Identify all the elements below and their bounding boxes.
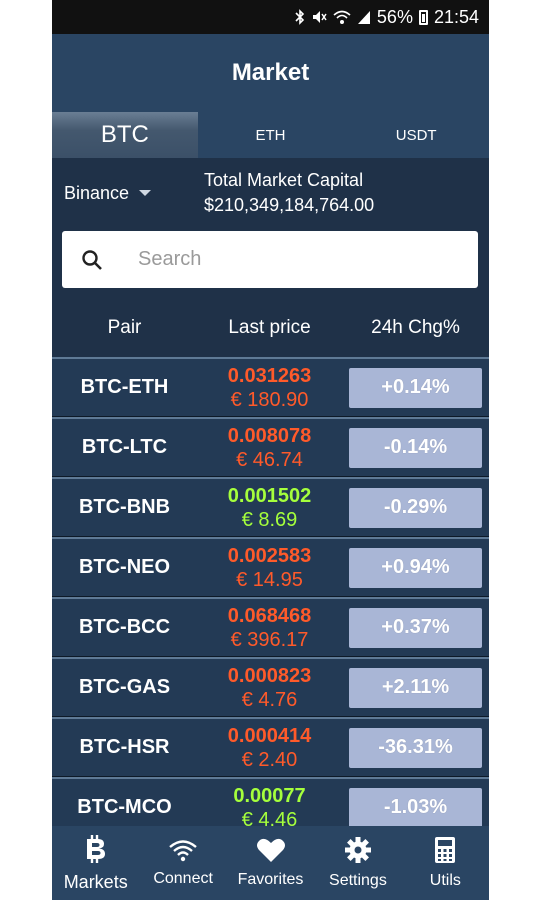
column-change[interactable]: 24h Chg%: [342, 317, 489, 339]
wifi-icon: [168, 838, 198, 862]
table-row[interactable]: BTC-GAS 0.000823 € 4.76 +2.11%: [52, 657, 489, 717]
table-row[interactable]: BTC-ETH 0.031263 € 180.90 +0.14%: [52, 357, 489, 417]
pair-name: BTC-NEO: [78, 556, 171, 578]
clock: 21:54: [433, 6, 479, 27]
app-header: Market: [52, 34, 489, 112]
page-title: Market: [231, 59, 310, 86]
pair-name: BTC-BCC: [78, 616, 171, 638]
bitcoin-icon: [84, 834, 108, 864]
price-eur: € 396.17: [230, 628, 309, 651]
table-row[interactable]: BTC-LTC 0.008078 € 46.74 -0.14%: [52, 417, 489, 477]
calculator-icon: [434, 836, 456, 864]
search-bar[interactable]: [62, 231, 478, 288]
column-pair[interactable]: Pair: [52, 317, 197, 339]
price-btc: 0.068468: [227, 604, 312, 627]
last-price: 0.002583 € 14.95: [197, 544, 342, 592]
gear-icon: [344, 836, 372, 864]
price-btc: 0.00077: [233, 784, 306, 807]
nav-label: Favorites: [237, 871, 304, 888]
nav-label: Settings: [329, 872, 387, 889]
price-eur: € 180.90: [230, 388, 309, 411]
bottom-navigation: Markets Connect Favorites Settings Utils: [52, 826, 489, 900]
change-badge: -36.31%: [349, 727, 482, 768]
exchange-row: Binance Total Market Capital $210,349,18…: [52, 158, 489, 228]
search-icon: [62, 249, 122, 271]
table-row[interactable]: BTC-BCC 0.068468 € 396.17 +0.37%: [52, 597, 489, 657]
change-badge: +0.37%: [349, 607, 482, 648]
phone-screen: 56% 21:54 Market BTC ETH USDT Binance To…: [52, 0, 489, 900]
price-btc: 0.008078: [227, 424, 312, 447]
nav-label: Markets: [63, 871, 128, 892]
nav-connect[interactable]: Connect: [139, 826, 226, 900]
table-row[interactable]: BTC-HSR 0.000414 € 2.40 -36.31%: [52, 717, 489, 777]
nav-label: Connect: [153, 870, 213, 887]
exchange-dropdown-value: Binance: [64, 182, 130, 203]
exchange-dropdown[interactable]: Binance: [64, 183, 204, 204]
column-last-price[interactable]: Last price: [197, 317, 342, 339]
price-eur: € 2.40: [241, 748, 298, 771]
market-capital: Total Market Capital $210,349,184,764.00: [204, 168, 374, 218]
market-capital-value: $210,349,184,764.00: [204, 195, 375, 215]
battery-icon: [418, 9, 428, 25]
price-eur: € 8.69: [241, 508, 298, 531]
change-badge: -1.03%: [349, 787, 482, 828]
last-price: 0.031263 € 180.90: [197, 364, 342, 412]
base-currency-tabs: BTC ETH USDT: [52, 112, 489, 158]
wifi-signal-icon: [333, 9, 351, 25]
price-btc: 0.002583: [227, 544, 312, 567]
nav-favorites[interactable]: Favorites: [227, 826, 314, 900]
status-bar: 56% 21:54: [52, 0, 489, 34]
nav-markets[interactable]: Markets: [52, 826, 139, 900]
heart-icon: [256, 837, 286, 863]
price-eur: € 4.76: [241, 688, 298, 711]
market-capital-label: Total Market Capital: [204, 170, 364, 190]
pair-name: BTC-LTC: [81, 436, 168, 458]
search-input[interactable]: [138, 248, 438, 271]
last-price: 0.068468 € 396.17: [197, 604, 342, 652]
nav-label: Utils: [429, 872, 461, 889]
price-btc: 0.001502: [227, 484, 312, 507]
last-price: 0.008078 € 46.74: [197, 424, 342, 472]
price-btc: 0.000823: [227, 664, 312, 687]
last-price: 0.000414 € 2.40: [197, 724, 342, 772]
pair-name: BTC-HSR: [79, 736, 170, 758]
chevron-down-icon: [139, 190, 152, 196]
nav-settings[interactable]: Settings: [314, 826, 401, 900]
change-badge: +0.94%: [349, 547, 482, 588]
last-price: 0.000823 € 4.76: [197, 664, 342, 712]
tab-btc[interactable]: BTC: [52, 112, 198, 158]
price-eur: € 46.74: [236, 448, 303, 471]
last-price: 0.001502 € 8.69: [197, 484, 342, 532]
last-price: 0.00077 € 4.46: [197, 784, 342, 832]
pairs-list: BTC-ETH 0.031263 € 180.90 +0.14% BTC-LTC…: [52, 357, 489, 837]
change-badge: -0.14%: [349, 427, 482, 468]
bluetooth-icon: [295, 9, 305, 25]
tab-eth[interactable]: ETH: [198, 112, 344, 158]
pair-name: BTC-GAS: [78, 676, 171, 698]
pair-name: BTC-BNB: [78, 496, 171, 518]
tab-usdt[interactable]: USDT: [343, 112, 489, 158]
change-badge: +2.11%: [349, 667, 482, 708]
change-badge: +0.14%: [349, 367, 482, 408]
pair-name: BTC-ETH: [80, 376, 169, 398]
mute-icon: [311, 9, 327, 25]
battery-percent: 56%: [376, 6, 413, 27]
cell-signal-icon: [357, 9, 371, 25]
table-row[interactable]: BTC-BNB 0.001502 € 8.69 -0.29%: [52, 477, 489, 537]
pair-name: BTC-MCO: [77, 796, 172, 818]
column-headers: Pair Last price 24h Chg%: [52, 305, 489, 351]
price-eur: € 14.95: [236, 568, 303, 591]
change-badge: -0.29%: [349, 487, 482, 528]
price-btc: 0.031263: [227, 364, 312, 387]
price-btc: 0.000414: [227, 724, 312, 747]
nav-utils[interactable]: Utils: [402, 826, 489, 900]
table-row[interactable]: BTC-NEO 0.002583 € 14.95 +0.94%: [52, 537, 489, 597]
